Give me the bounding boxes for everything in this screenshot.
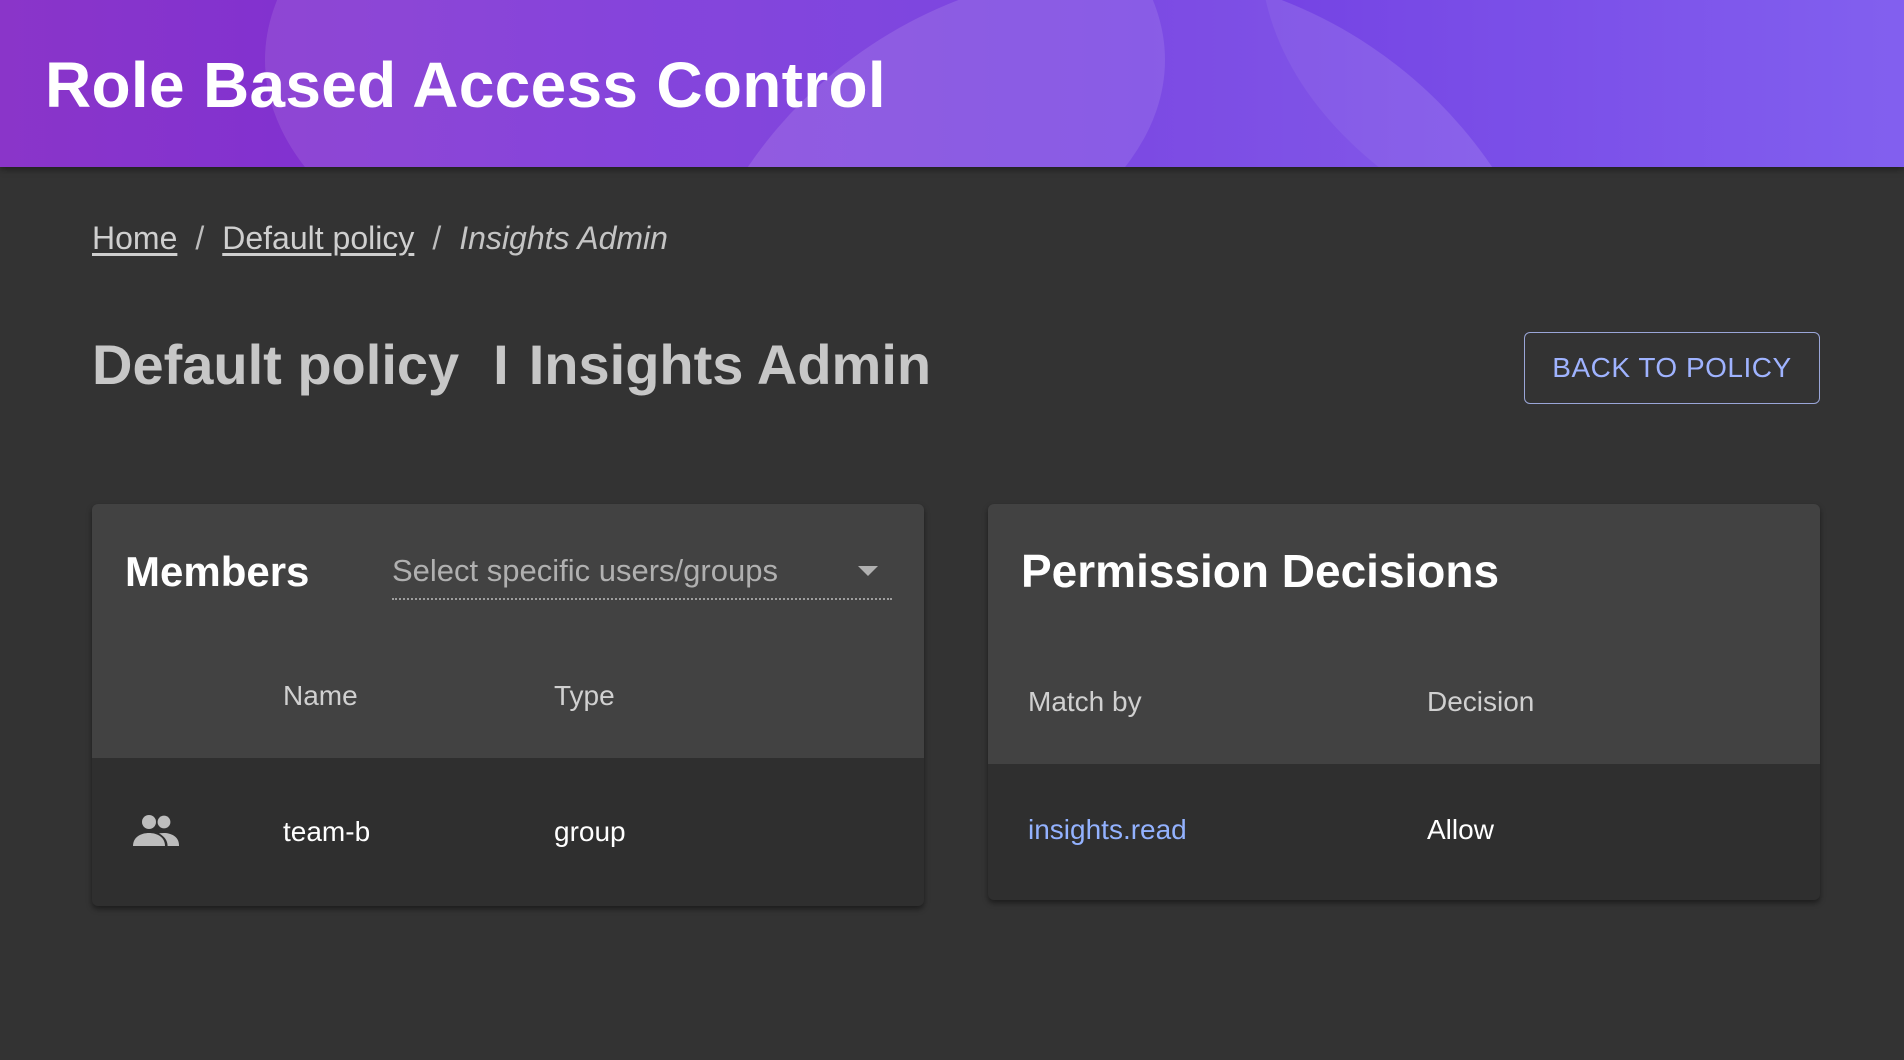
- page-title: Default policy I Insights Admin: [92, 332, 931, 397]
- column-header-decision: Decision: [1427, 686, 1535, 717]
- table-row: team-b group: [92, 758, 924, 904]
- group-icon: [132, 814, 180, 853]
- member-name: team-b: [283, 816, 371, 847]
- app-header: Role Based Access Control: [0, 0, 1904, 167]
- page-title-policy: Default policy: [92, 333, 460, 396]
- breadcrumb-separator: /: [195, 220, 205, 256]
- members-card-header: Members Select specific users/groups Nam…: [92, 504, 924, 758]
- permission-match-link[interactable]: insights.read: [1028, 814, 1187, 846]
- members-select-placeholder: Select specific users/groups: [392, 553, 778, 588]
- member-type: group: [554, 816, 626, 847]
- page-title-role: Insights Admin: [528, 333, 932, 396]
- permission-card-header: Permission Decisions Match by Decision: [988, 504, 1820, 764]
- column-header-type: Type: [554, 680, 615, 711]
- permission-decision: Allow: [1427, 814, 1494, 845]
- members-card: Members Select specific users/groups Nam…: [92, 504, 924, 906]
- chevron-down-icon: [858, 566, 878, 576]
- breadcrumb-current: Insights Admin: [459, 220, 668, 256]
- header-decoration: [1260, 0, 1904, 167]
- back-to-policy-button[interactable]: BACK TO POLICY: [1524, 332, 1820, 404]
- breadcrumb-separator: /: [432, 220, 442, 256]
- members-select[interactable]: Select specific users/groups: [392, 544, 892, 600]
- table-row: insights.read Allow: [988, 764, 1820, 900]
- permission-decisions-title: Permission Decisions: [1021, 545, 1500, 597]
- column-header-match-by: Match by: [1028, 686, 1142, 717]
- page-title-divider: I: [493, 333, 509, 396]
- breadcrumb: Home / Default policy / Insights Admin: [92, 220, 668, 257]
- permission-decisions-card: Permission Decisions Match by Decision i…: [988, 504, 1820, 900]
- members-title: Members: [125, 548, 310, 595]
- app-title: Role Based Access Control: [45, 49, 886, 121]
- column-header-name: Name: [283, 680, 358, 711]
- breadcrumb-home-link[interactable]: Home: [92, 220, 177, 257]
- breadcrumb-policy-link[interactable]: Default policy: [222, 220, 414, 257]
